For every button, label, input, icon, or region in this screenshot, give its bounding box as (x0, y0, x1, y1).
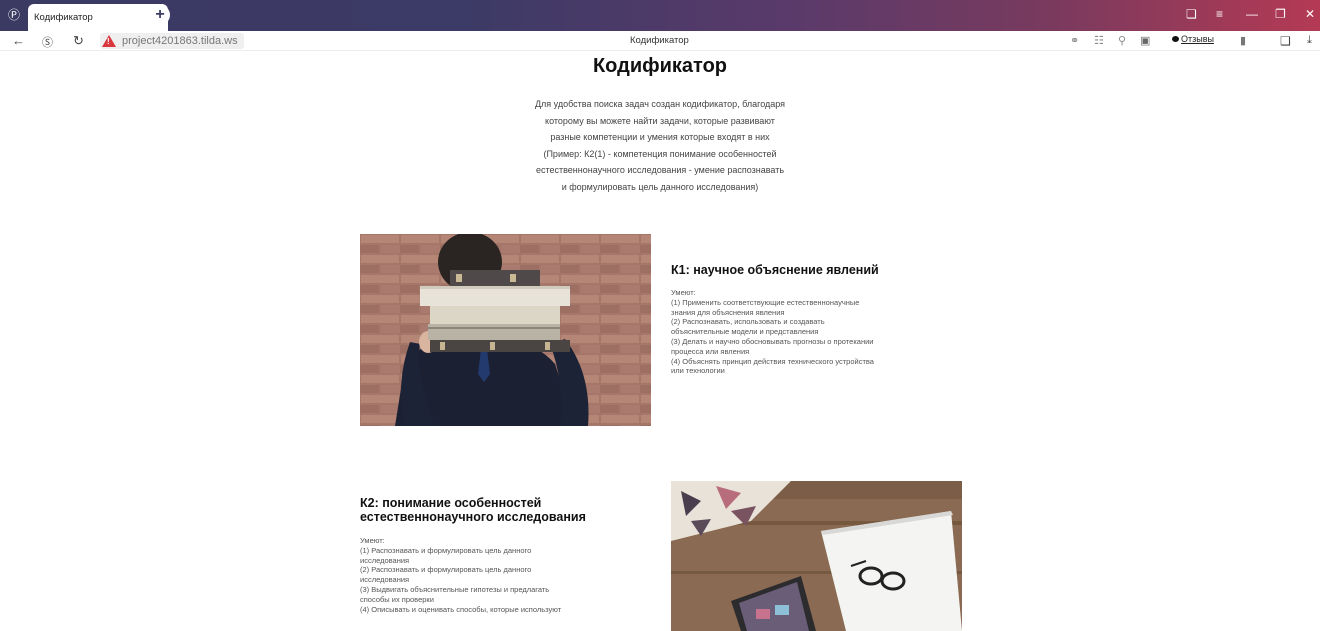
card-k1-text: Умеют: (1) Применить соответствующие ест… (671, 288, 874, 376)
card-line: (4) Описывать и оценивать способы, котор… (360, 604, 562, 614)
card-title-line: К2: понимание особенностей (360, 496, 542, 510)
headphones-icon[interactable]: ⚭ (1070, 34, 1079, 47)
intro-line: Для удобства поиска задач создан кодифик… (534, 99, 786, 109)
card-line: знания для объяснения явления (671, 307, 785, 317)
tab-bar: Ⓟ Кодификатор × + ❏ ≡ — ❐ ✕ (0, 0, 1320, 31)
card-line: (3) Выдвигать объяснительные гипотезы и … (360, 584, 550, 594)
intro-line: (Пример: К2(1) - компетенция понимание о… (543, 148, 777, 159)
card-title-line: естественнонаучного исследования (360, 510, 586, 524)
bookmark-icon[interactable]: ▮ (1240, 34, 1246, 47)
page-title-label: Кодификатор (630, 35, 689, 46)
card-line: исследования (360, 555, 410, 565)
reviews-label: Отзывы (1181, 34, 1214, 44)
reviews-button[interactable]: Отзывы (1172, 34, 1214, 44)
close-icon[interactable]: ✕ (1305, 7, 1315, 21)
address-bar: ← Ⓢ ↻ project4201863.tilda.ws Кодификато… (0, 31, 1320, 51)
download-icon[interactable]: ⤓ (1307, 34, 1312, 47)
minimize-icon[interactable]: — (1246, 7, 1258, 21)
intro-line: которому вы можете найти задачи, которые… (545, 115, 775, 126)
menu-icon[interactable]: ≡ (1216, 7, 1223, 21)
card-k2-text: Умеют: (1) Распознавать и формулировать … (360, 536, 561, 614)
chat-icon (1172, 36, 1179, 42)
intro-text: Для удобства поиска задач создан кодифик… (500, 96, 820, 195)
desk-photo (671, 481, 962, 631)
card-line: процесса или явления (671, 346, 750, 356)
intro-line: и формулировать цель данного исследовани… (561, 181, 759, 192)
card-line: Умеют: (360, 536, 385, 545)
maximize-icon[interactable]: ❐ (1275, 7, 1286, 21)
search-icon[interactable]: ⚲ (1118, 34, 1126, 47)
share-icon[interactable]: ❑ (1280, 34, 1291, 48)
warning-icon (102, 35, 116, 47)
reader-icon[interactable]: ☷ (1094, 34, 1104, 47)
card-line: (1) Применить соответствующие естественн… (671, 297, 860, 307)
new-tab-button[interactable]: + (150, 5, 170, 25)
card-k1-title: К1: научное объяснение явлений (671, 263, 879, 277)
card-line: или технологии (671, 366, 725, 376)
browser-logo-icon[interactable]: Ⓟ (8, 6, 20, 23)
card-line: (2) Распознавать, использовать и создава… (671, 317, 825, 327)
card-k2-title: К2: понимание особенностей естественнона… (360, 496, 586, 524)
tab-title: Кодификатор (34, 12, 93, 23)
tab-active[interactable]: Кодификатор × (28, 4, 168, 31)
extension-icon[interactable]: ▣ (1140, 34, 1150, 47)
intro-line: естественнонаучного исследования - умени… (535, 165, 785, 175)
card-line: (2) Распознавать и формулировать цель да… (360, 565, 532, 575)
url-field[interactable]: project4201863.tilda.ws (100, 33, 244, 49)
card-line: (1) Распознавать и формулировать цель да… (360, 545, 532, 555)
card-line: объяснительные модели и представления (671, 327, 819, 337)
card-line: Умеют: (671, 288, 696, 297)
page-heading: Кодификатор (592, 55, 728, 77)
card-line: (4) Объяснять принцип действия техническ… (671, 356, 874, 366)
card-line: исследования (360, 575, 410, 585)
yandex-icon[interactable]: Ⓢ (42, 34, 53, 50)
card-line: (3) Делать и научно обосновывать прогноз… (671, 336, 874, 346)
collections-icon[interactable]: ❏ (1186, 7, 1197, 21)
intro-line: разные компетенции и умения которые вход… (550, 132, 770, 142)
card-line: способы их проверки (360, 594, 434, 604)
reload-icon[interactable]: ↻ (73, 33, 84, 49)
back-icon[interactable]: ← (12, 33, 25, 48)
books-photo (360, 234, 651, 426)
url-text: project4201863.tilda.ws (122, 35, 238, 47)
